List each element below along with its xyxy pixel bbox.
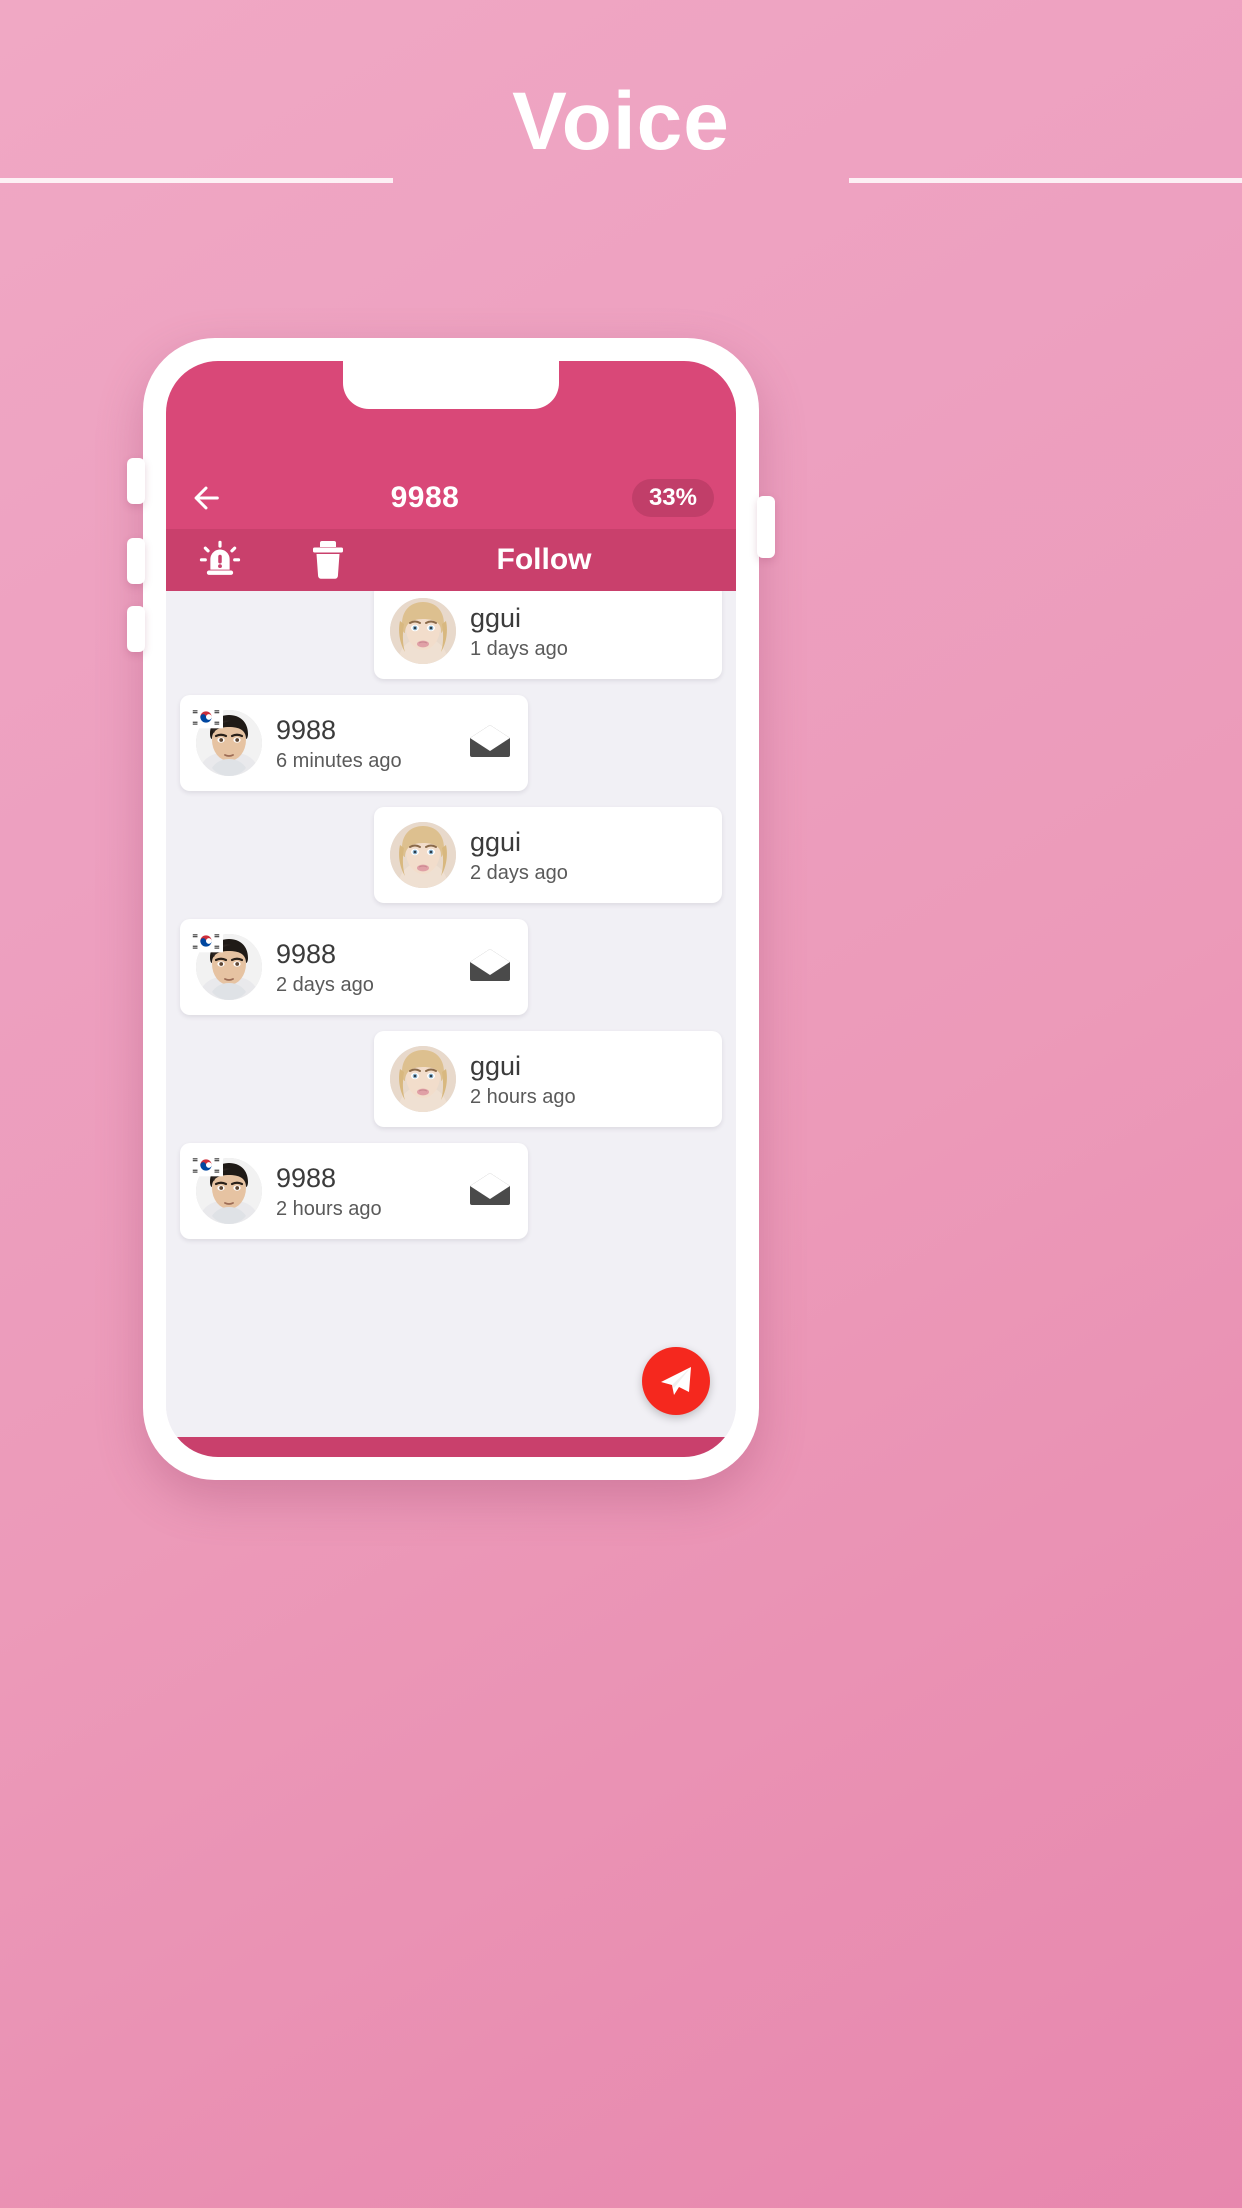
avatar-wrap <box>189 1153 262 1224</box>
phone-side-button-volume-up[interactable] <box>127 458 145 504</box>
avatar-wrap <box>189 705 262 776</box>
envelope-button[interactable] <box>468 948 512 987</box>
trash-icon <box>313 541 343 579</box>
south-korea-flag-icon <box>189 929 223 953</box>
woman-avatar-image <box>390 598 456 664</box>
envelope-button[interactable] <box>468 1172 512 1211</box>
message-username: 9988 <box>276 1162 337 1193</box>
message-meta: ggui 1 days ago <box>470 602 706 661</box>
page-title: Voice <box>512 76 730 167</box>
navbar-title: 9988 <box>390 481 460 514</box>
avatar <box>390 1046 456 1112</box>
send-paper-plane-icon <box>661 1367 691 1395</box>
envelope-icon <box>470 724 510 757</box>
pagination-bar: 1/3 <box>166 1437 736 1457</box>
woman-avatar-image <box>390 822 456 888</box>
envelope-icon <box>470 948 510 981</box>
message-card[interactable]: ggui 2 hours ago <box>374 1031 722 1127</box>
phone-mockup: 9988 33% Follow ggui 1 days ago 9988 6 m… <box>127 338 775 1480</box>
message-timestamp: 2 hours ago <box>276 1197 382 1220</box>
avatar-wrap <box>390 598 456 664</box>
envelope-icon <box>470 1172 510 1205</box>
list-item[interactable]: 9988 2 days ago <box>166 919 736 1015</box>
woman-avatar-image <box>390 1046 456 1112</box>
app-navbar: 9988 33% <box>166 467 736 529</box>
message-card[interactable]: ggui 1 days ago <box>374 591 722 679</box>
alarm-button[interactable] <box>166 539 274 581</box>
message-timestamp: 6 minutes ago <box>276 749 402 772</box>
message-username: ggui <box>470 826 522 857</box>
message-timestamp: 1 days ago <box>470 637 568 660</box>
avatar <box>390 822 456 888</box>
list-item[interactable]: 9988 2 hours ago <box>166 1143 736 1239</box>
message-card[interactable]: 9988 2 hours ago <box>180 1143 528 1239</box>
phone-notch <box>343 361 559 409</box>
page-banner: Voice <box>0 0 1242 260</box>
list-item[interactable]: 9988 6 minutes ago <box>166 695 736 791</box>
phone-side-button-mute[interactable] <box>127 606 145 652</box>
message-username: 9988 <box>276 714 337 745</box>
message-card[interactable]: 9988 2 days ago <box>180 919 528 1015</box>
message-meta: ggui 2 hours ago <box>470 1050 706 1109</box>
avatar-wrap <box>189 929 262 1000</box>
message-list[interactable]: ggui 1 days ago 9988 6 minutes ago ggui … <box>166 591 736 1437</box>
message-username: 9988 <box>276 938 337 969</box>
avatar <box>390 598 456 664</box>
status-bar <box>166 361 736 467</box>
message-timestamp: 2 days ago <box>276 973 374 996</box>
send-fab-button[interactable] <box>642 1347 710 1415</box>
list-item[interactable]: ggui 2 hours ago <box>166 1031 736 1127</box>
list-item[interactable]: ggui 1 days ago <box>166 591 736 679</box>
follow-button[interactable]: Follow <box>382 543 736 577</box>
message-meta: 9988 2 hours ago <box>276 1162 462 1221</box>
list-item[interactable]: ggui 2 days ago <box>166 807 736 903</box>
banner-rule-right <box>849 178 1242 183</box>
message-username: ggui <box>470 1050 522 1081</box>
message-card[interactable]: 9988 6 minutes ago <box>180 695 528 791</box>
siren-alert-icon <box>199 540 241 575</box>
delete-button[interactable] <box>274 540 382 580</box>
south-korea-flag-icon <box>189 1153 223 1177</box>
phone-screen: 9988 33% Follow ggui 1 days ago 9988 6 m… <box>166 361 736 1457</box>
message-meta: 9988 2 days ago <box>276 938 462 997</box>
envelope-button[interactable] <box>468 724 512 763</box>
message-meta: 9988 6 minutes ago <box>276 714 462 773</box>
app-toolbar: Follow <box>166 529 736 591</box>
phone-side-button-power[interactable] <box>757 496 775 558</box>
avatar-wrap <box>390 1046 456 1112</box>
south-korea-flag-icon <box>189 705 223 729</box>
avatar-wrap <box>390 822 456 888</box>
message-timestamp: 2 days ago <box>470 861 568 884</box>
message-timestamp: 2 hours ago <box>470 1085 576 1108</box>
battery-badge: 33% <box>631 479 714 517</box>
message-meta: ggui 2 days ago <box>470 826 706 885</box>
banner-rule-left <box>0 178 393 183</box>
phone-side-button-volume-down[interactable] <box>127 538 145 584</box>
message-username: ggui <box>470 602 522 633</box>
message-card[interactable]: ggui 2 days ago <box>374 807 722 903</box>
